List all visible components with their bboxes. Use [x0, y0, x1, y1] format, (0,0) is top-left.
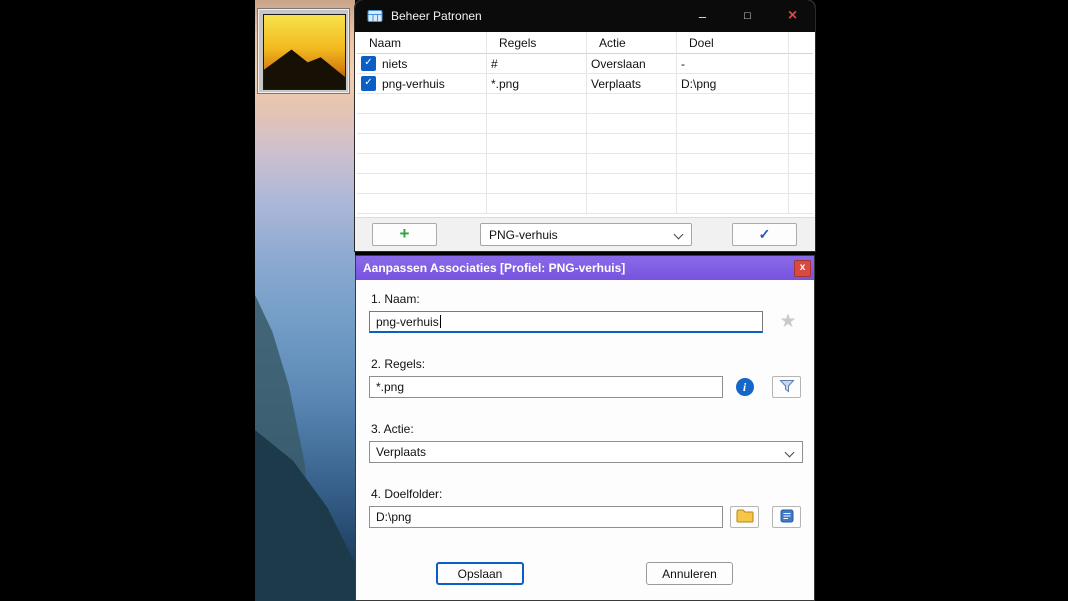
edit-association-window: Aanpassen Associaties [Profiel: PNG-verh…	[355, 255, 815, 601]
window-title: Beheer Patronen	[391, 9, 482, 23]
empty-row	[357, 114, 813, 134]
mountain-silhouette-icon	[264, 49, 345, 89]
column-header-doel[interactable]: Doel	[677, 32, 789, 54]
blue-book-icon	[779, 508, 795, 527]
row-checkbox[interactable]: ✓	[361, 56, 376, 71]
text-caret	[439, 315, 441, 328]
regels-label: 2. Regels:	[371, 357, 426, 371]
chevron-down-icon	[673, 229, 684, 240]
naam-input-value: png-verhuis	[376, 314, 439, 329]
edit-window-title: Aanpassen Associaties [Profiel: PNG-verh…	[363, 261, 626, 275]
doelfolder-input[interactable]: D:\png	[369, 506, 723, 528]
empty-row	[357, 134, 813, 154]
funnel-icon	[778, 378, 795, 397]
sunset-mountain-image	[263, 14, 346, 90]
empty-row	[357, 174, 813, 194]
close-button[interactable]: ×	[770, 0, 815, 32]
edit-window-titlebar: Aanpassen Associaties [Profiel: PNG-verh…	[356, 256, 814, 280]
empty-row	[357, 94, 813, 114]
table-row[interactable]: ✓ niets # Overslaan -	[357, 54, 813, 74]
add-pattern-button[interactable]: +	[372, 223, 437, 246]
info-icon: i	[735, 378, 754, 396]
manage-window-footer: + PNG-verhuis ✓	[355, 217, 815, 251]
actie-label: 3. Actie:	[371, 422, 414, 436]
folder-icon	[736, 509, 754, 526]
cell-naam: ✓ png-verhuis	[357, 74, 487, 94]
confirm-button[interactable]: ✓	[732, 223, 797, 246]
info-button[interactable]: i	[730, 376, 759, 398]
column-header-extra	[789, 32, 813, 54]
cell-doel: -	[677, 54, 789, 74]
profile-dropdown-value: PNG-verhuis	[489, 227, 558, 242]
naam-input[interactable]: png-verhuis	[369, 311, 763, 333]
cell-doel: D:\png	[677, 74, 789, 94]
cell-actie: Overslaan	[587, 54, 677, 74]
regels-input-value: *.png	[376, 380, 405, 394]
app-icon	[367, 8, 383, 24]
cell-naam: ✓ niets	[357, 54, 487, 74]
manage-window-titlebar: Beheer Patronen – □ ×	[355, 0, 815, 32]
framed-picture-thumbnail	[257, 8, 350, 94]
cell-regels: *.png	[487, 74, 587, 94]
browse-folder-button[interactable]	[730, 506, 759, 528]
explorer-button[interactable]	[772, 506, 801, 528]
cell-regels: #	[487, 54, 587, 74]
filter-button[interactable]	[772, 376, 801, 398]
minimize-button[interactable]: –	[680, 0, 725, 32]
row-checkbox[interactable]: ✓	[361, 76, 376, 91]
maximize-button[interactable]: □	[725, 0, 770, 32]
column-header-naam[interactable]: Naam	[357, 32, 487, 54]
doelfolder-label: 4. Doelfolder:	[371, 487, 443, 501]
window-controls: – □ ×	[680, 0, 815, 32]
empty-row	[357, 154, 813, 174]
cell-extra	[789, 74, 813, 94]
table-row[interactable]: ✓ png-verhuis *.png Verplaats D:\png	[357, 74, 813, 94]
row-name-text: niets	[382, 56, 408, 71]
favorite-star-icon[interactable]: ★	[776, 311, 800, 333]
cell-extra	[789, 54, 813, 74]
empty-row	[357, 194, 813, 214]
column-header-actie[interactable]: Actie	[587, 32, 677, 54]
naam-label: 1. Naam:	[371, 292, 420, 306]
patterns-table: Naam Regels Actie Doel ✓ niets # Oversla…	[357, 32, 813, 214]
row-name-text: png-verhuis	[382, 76, 445, 91]
manage-patterns-window: Beheer Patronen – □ × Naam Regels Actie …	[355, 0, 815, 251]
actie-dropdown[interactable]: Verplaats	[369, 441, 803, 463]
chevron-down-icon	[784, 447, 795, 458]
column-header-regels[interactable]: Regels	[487, 32, 587, 54]
wallpaper-cliff-shape-dark	[255, 430, 355, 601]
close-edit-button[interactable]: x	[794, 259, 811, 277]
cancel-button[interactable]: Annuleren	[646, 562, 733, 585]
profile-dropdown[interactable]: PNG-verhuis	[480, 223, 692, 246]
doelfolder-input-value: D:\png	[376, 510, 412, 524]
cell-actie: Verplaats	[587, 74, 677, 94]
save-button[interactable]: Opslaan	[436, 562, 524, 585]
regels-input[interactable]: *.png	[369, 376, 723, 398]
table-header-row: Naam Regels Actie Doel	[357, 32, 813, 54]
actie-dropdown-value: Verplaats	[376, 445, 427, 459]
